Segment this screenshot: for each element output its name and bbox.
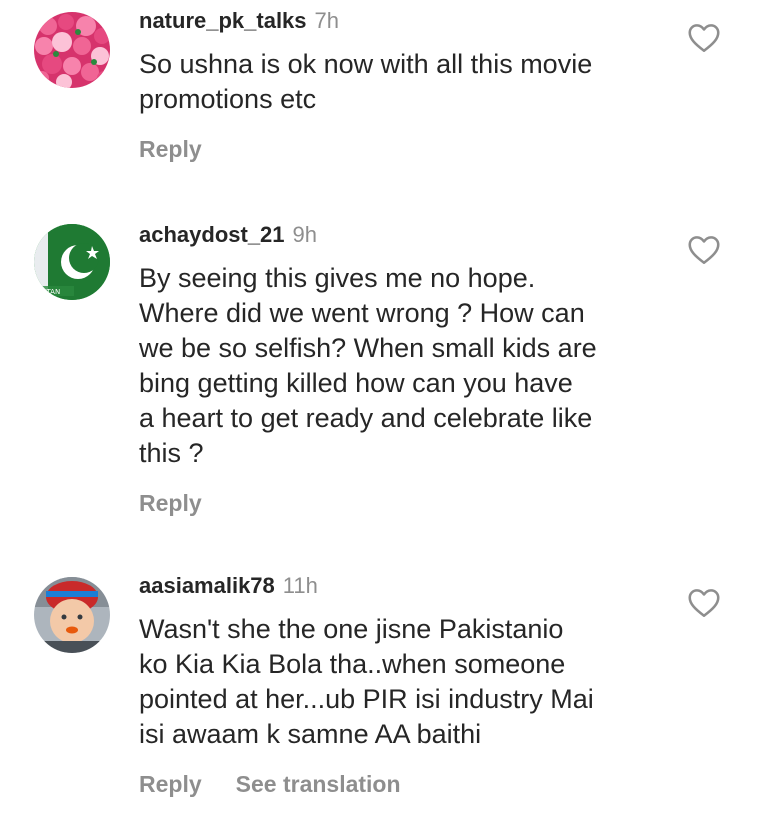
comment-time: 9h [292, 222, 318, 247]
comment-text-line: we be so selfish? When small kids are [139, 333, 597, 363]
comment-text-line: this ? [139, 438, 204, 468]
see-translation-button[interactable]: See translation [236, 771, 401, 797]
comment-text: Wasn't she the one jisne Pakistanio ko K… [139, 612, 659, 752]
comment-text-line: isi awaam k samne AA baithi [139, 719, 482, 749]
pink-roses-avatar-icon [34, 12, 110, 88]
username-link[interactable]: aasiamalik78 [139, 573, 275, 598]
avatar[interactable]: STAN [34, 224, 110, 300]
comment-text: So ushna is ok now with all this movie p… [139, 47, 659, 117]
comment-meta: aasiamalik78 11h [139, 571, 659, 601]
username-link[interactable]: nature_pk_talks [139, 8, 307, 33]
child-photo-avatar-icon [34, 577, 110, 653]
heart-icon [688, 236, 720, 265]
heart-icon [688, 24, 720, 53]
comment-text-line: promotions etc [139, 84, 317, 114]
comment-text-line: By seeing this gives me no hope. [139, 263, 536, 293]
comment-actions: Reply [139, 488, 659, 518]
svg-text:STAN: STAN [42, 288, 60, 296]
like-button[interactable] [686, 232, 722, 268]
comment-text-line: So ushna is ok now with all this movie [139, 49, 593, 79]
comment-text-line: pointed at her...ub PIR isi industry Mai [139, 684, 594, 714]
avatar[interactable] [34, 12, 110, 88]
username-link[interactable]: achaydost_21 [139, 222, 285, 247]
comment-actions: Reply [139, 134, 659, 164]
pakistan-flag-avatar-icon: STAN [34, 224, 110, 300]
comment-time: 7h [314, 8, 340, 33]
comment-text-line: ko Kia Kia Bola tha..when someone [139, 649, 566, 679]
comment-text: By seeing this gives me no hope. Where d… [139, 261, 659, 471]
comment-meta: nature_pk_talks 7h [139, 6, 659, 36]
reply-button[interactable]: Reply [139, 490, 202, 516]
avatar[interactable] [34, 577, 110, 653]
comment-text-line: a heart to get ready and celebrate like [139, 403, 593, 433]
reply-button[interactable]: Reply [139, 771, 202, 797]
comment-text-line: bing getting killed how can you have [139, 368, 573, 398]
heart-icon [688, 589, 720, 618]
comment-time: 11h [282, 573, 318, 598]
like-button[interactable] [686, 20, 722, 56]
comment-text-line: Wasn't she the one jisne Pakistanio [139, 614, 564, 644]
comment-meta: achaydost_21 9h [139, 220, 659, 250]
like-button[interactable] [686, 585, 722, 621]
comment-actions: Reply See translation [139, 769, 659, 799]
comment-text-line: Where did we went wrong ? How can [139, 298, 585, 328]
reply-button[interactable]: Reply [139, 136, 202, 162]
